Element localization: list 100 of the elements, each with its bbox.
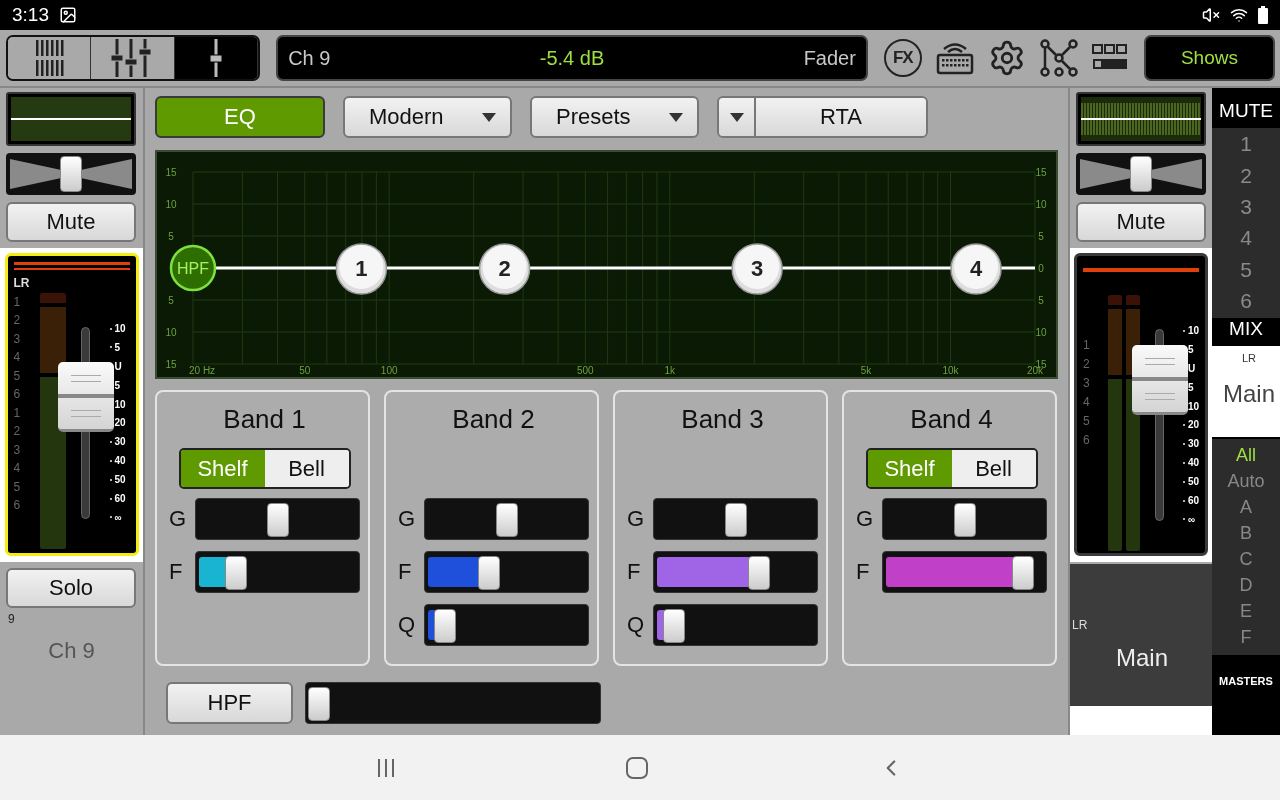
mute-group[interactable]: 1 — [1240, 131, 1252, 158]
solo-button[interactable]: Solo — [6, 568, 136, 608]
fx-button[interactable]: FX — [883, 39, 922, 77]
slider-thumb[interactable] — [308, 687, 330, 721]
slider-track[interactable] — [195, 551, 360, 593]
fader-cap[interactable] — [58, 362, 114, 433]
slider-thumb[interactable] — [662, 609, 685, 643]
view-filter[interactable]: B — [1240, 520, 1252, 547]
slider-track[interactable] — [653, 551, 818, 593]
mix-item[interactable]: LR Main — [1212, 345, 1280, 437]
slider-thumb[interactable] — [953, 503, 976, 537]
scale-mark: 10 — [109, 323, 126, 334]
frequency-label: 20k — [1026, 365, 1044, 376]
view-tab[interactable] — [174, 37, 259, 79]
view-tab[interactable] — [8, 37, 92, 79]
band-title: Band 3 — [681, 404, 764, 436]
assign-label: 6 — [13, 388, 22, 402]
bus-panel[interactable]: LR Main — [1070, 564, 1212, 706]
filter-shape-toggle[interactable]: Bell — [951, 450, 1036, 487]
pan-slider[interactable] — [6, 153, 136, 195]
slider-label: F — [398, 559, 413, 585]
recent-apps-icon[interactable] — [376, 757, 396, 778]
eq-thumbnail[interactable] — [6, 92, 136, 146]
routing-icon[interactable] — [1039, 39, 1078, 77]
slider-track[interactable] — [424, 604, 589, 646]
slider-track[interactable] — [882, 551, 1047, 593]
slider-thumb[interactable] — [477, 556, 500, 590]
keyboard-icon[interactable] — [935, 41, 974, 75]
slider-thumb[interactable] — [266, 503, 289, 537]
view-filter[interactable]: Auto — [1227, 468, 1265, 495]
pan-knob[interactable] — [60, 156, 82, 192]
assign-label: 6 — [1083, 434, 1091, 447]
gain-label: 5 — [168, 295, 174, 306]
fader-cap[interactable] — [1132, 344, 1188, 415]
scale-mark: 20 — [109, 417, 126, 429]
slider-track[interactable] — [882, 498, 1047, 540]
gain-label: 5 — [1038, 295, 1044, 306]
slider-track[interactable] — [195, 498, 360, 540]
scale-mark: ∞ — [1182, 513, 1199, 525]
eq-graph[interactable]: 15 10 5 5 10 15 15 10 5 0 5 10 15 20 Hz 50 100 500 1k 5k 10k 20k HPF 1 2 3 4 — [155, 150, 1058, 379]
slider-label: F — [856, 559, 871, 585]
scale-mark: 5 — [109, 341, 126, 353]
filter-shape-toggle[interactable]: Bell — [264, 450, 349, 487]
slider-thumb[interactable] — [495, 503, 518, 537]
scale-mark: 60 — [109, 493, 126, 504]
view-filter[interactable]: All — [1236, 442, 1256, 469]
frequency-label: 50 — [299, 365, 311, 376]
view-filter[interactable]: C — [1239, 546, 1253, 573]
mute-group[interactable]: 5 — [1240, 257, 1252, 283]
slider-thumb[interactable] — [225, 556, 248, 590]
assign-label: 4 — [13, 351, 22, 365]
slider-thumb[interactable] — [747, 556, 770, 590]
view-filter[interactable]: E — [1240, 598, 1252, 625]
mute-button[interactable]: Mute — [1076, 202, 1206, 242]
mute-icon — [1202, 6, 1220, 24]
scale-mark: 10 — [1182, 325, 1199, 336]
rta-button[interactable]: RTA — [756, 98, 926, 136]
slider-track[interactable] — [424, 551, 589, 593]
shows-button[interactable]: Shows — [1143, 35, 1275, 81]
view-filter[interactable]: A — [1240, 494, 1252, 521]
mute-group[interactable]: 4 — [1240, 225, 1252, 252]
bus-tag: LR — [1072, 618, 1212, 632]
slider-thumb[interactable] — [724, 503, 747, 537]
mute-group[interactable]: 3 — [1240, 194, 1252, 220]
slider-thumb[interactable] — [1012, 556, 1035, 590]
battery-icon — [1258, 6, 1268, 24]
mute-group[interactable]: 2 — [1240, 163, 1252, 189]
view-filter[interactable]: F — [1240, 624, 1252, 651]
hpf-handle[interactable]: HPF — [169, 244, 217, 292]
pan-slider[interactable] — [1076, 153, 1206, 195]
channel-number: 9 — [7, 612, 16, 626]
rta-menu-button[interactable] — [719, 98, 756, 136]
home-icon[interactable] — [626, 756, 648, 779]
slider-thumb[interactable] — [433, 609, 456, 643]
slider-track[interactable] — [653, 498, 818, 540]
gain-label: 10 — [1035, 199, 1047, 210]
presets-dropdown[interactable]: Presets — [530, 96, 699, 138]
pan-knob[interactable] — [1130, 156, 1152, 192]
mute-group[interactable]: 6 — [1240, 288, 1252, 314]
band-handle[interactable]: 3 — [731, 243, 783, 295]
band-handle[interactable]: 4 — [950, 243, 1002, 295]
mute-button[interactable]: Mute — [6, 202, 136, 242]
band-handle[interactable]: 1 — [335, 243, 388, 295]
hpf-button[interactable]: HPF — [166, 682, 293, 724]
gain-label: 10 — [165, 327, 177, 338]
meter-thumbnail[interactable] — [1076, 92, 1206, 146]
mode-dropdown[interactable]: Modern — [343, 96, 512, 138]
display-mode: Fader — [802, 46, 856, 70]
image-icon — [59, 6, 77, 24]
caret-icon — [669, 112, 683, 122]
scale-mark: 5 — [1182, 381, 1199, 393]
gain-label: 5 — [168, 231, 174, 242]
fader-value: -5.4 dB — [538, 46, 606, 70]
band-handle[interactable]: 2 — [478, 243, 531, 295]
hpf-slider[interactable] — [305, 682, 601, 724]
scale-mark: 40 — [1182, 457, 1199, 469]
slider-track[interactable] — [424, 498, 589, 540]
gain-label: 10 — [165, 199, 177, 210]
view-filter[interactable]: D — [1239, 572, 1253, 599]
slider-track[interactable] — [653, 604, 818, 646]
